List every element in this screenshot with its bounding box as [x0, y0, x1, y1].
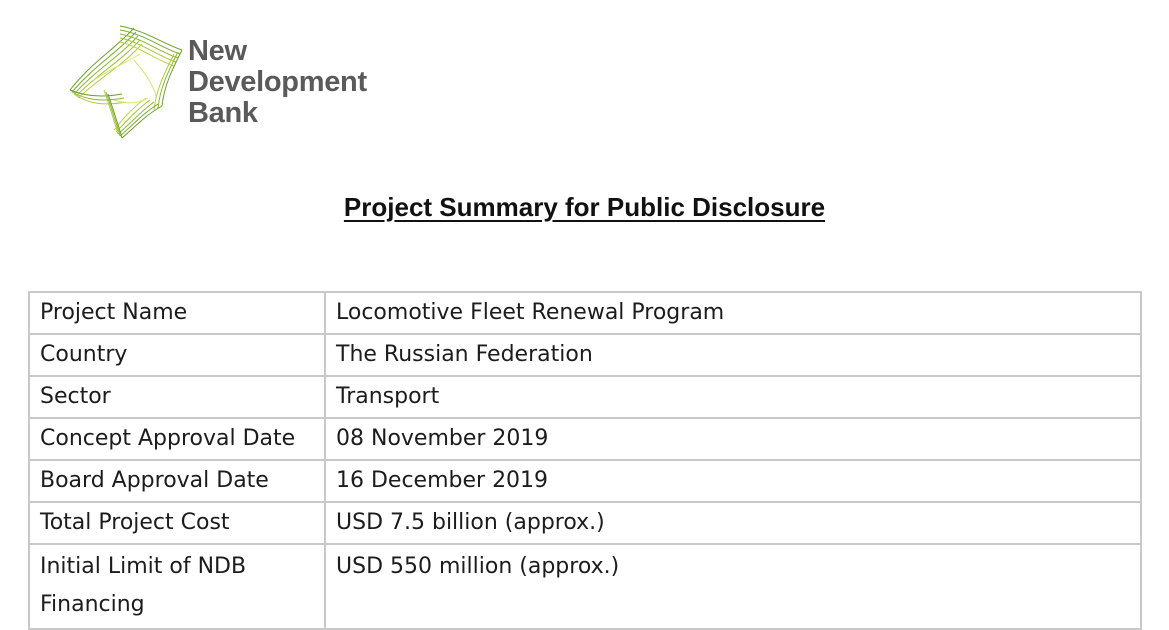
ndb-logo: New Development Bank [64, 20, 394, 145]
row-label: Board Approval Date [28, 459, 326, 503]
row-value: Locomotive Fleet Renewal Program [324, 291, 1142, 335]
ndb-logo-mark-icon [69, 25, 183, 139]
row-label: Country [28, 333, 326, 377]
row-value: USD 550 million (approx.) [324, 543, 1142, 630]
logo-line-2: Development [188, 66, 367, 98]
row-label: Concept Approval Date [28, 417, 326, 461]
table-row: Initial Limit of NDB Financing USD 550 m… [28, 543, 1142, 630]
table-row: Country The Russian Federation [28, 333, 1142, 377]
project-summary-table: Project Name Locomotive Fleet Renewal Pr… [28, 291, 1142, 630]
table-row: Total Project Cost USD 7.5 billion (appr… [28, 501, 1142, 545]
logo-line-1: New [188, 35, 247, 67]
ndb-logo-wordmark: New Development Bank [188, 36, 367, 129]
table-row: Board Approval Date 16 December 2019 [28, 459, 1142, 503]
table-row: Concept Approval Date 08 November 2019 [28, 417, 1142, 461]
row-value: Transport [324, 375, 1142, 419]
row-value: The Russian Federation [324, 333, 1142, 377]
row-label: Sector [28, 375, 326, 419]
page-title: Project Summary for Public Disclosure [343, 192, 826, 222]
row-label: Total Project Cost [28, 501, 326, 545]
row-label: Initial Limit of NDB Financing [28, 543, 326, 630]
table-row: Project Name Locomotive Fleet Renewal Pr… [28, 291, 1142, 335]
logo-line-3: Bank [188, 97, 258, 129]
row-value: 16 December 2019 [324, 459, 1142, 503]
row-value: 08 November 2019 [324, 417, 1142, 461]
table-row: Sector Transport [28, 375, 1142, 419]
row-label: Project Name [28, 291, 326, 335]
row-value: USD 7.5 billion (approx.) [324, 501, 1142, 545]
